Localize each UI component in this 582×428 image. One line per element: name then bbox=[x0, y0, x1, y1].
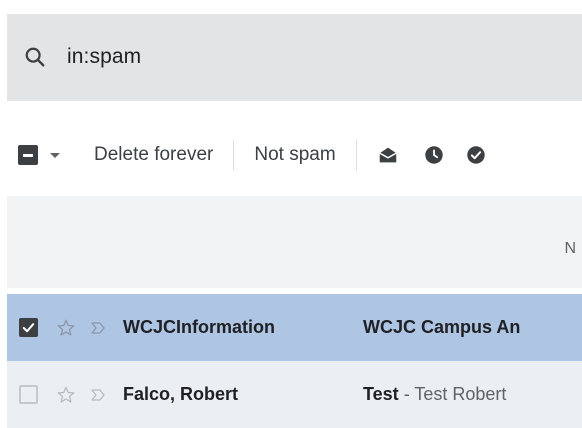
important-marker-icon[interactable] bbox=[89, 319, 107, 337]
toolbar: Delete forever Not spam bbox=[7, 100, 582, 197]
row-checkbox[interactable] bbox=[19, 318, 38, 337]
delete-forever-button[interactable]: Delete forever bbox=[82, 135, 225, 175]
search-bar[interactable]: in:spam bbox=[7, 14, 582, 100]
subject-line: Test - Test Robert bbox=[363, 384, 582, 405]
sender-name: WCJCInformation bbox=[123, 317, 275, 337]
subject-text: WCJC Campus An bbox=[363, 317, 521, 337]
subject-line: WCJC Campus An bbox=[363, 317, 582, 338]
not-spam-button[interactable]: Not spam bbox=[242, 135, 347, 175]
star-icon[interactable] bbox=[55, 384, 77, 406]
row-checkbox[interactable] bbox=[19, 385, 38, 404]
top-strip bbox=[0, 0, 582, 14]
divider bbox=[355, 140, 357, 170]
search-input[interactable]: in:spam bbox=[67, 45, 141, 69]
star-icon[interactable] bbox=[55, 317, 77, 339]
email-row[interactable]: Falco, Robert Test - Test Robert bbox=[7, 361, 582, 428]
subject-text: Test bbox=[363, 384, 399, 404]
sender-name: Falco, Robert bbox=[123, 384, 239, 404]
snippet-text: - Test Robert bbox=[398, 384, 507, 404]
important-marker-icon[interactable] bbox=[89, 386, 107, 404]
mark-as-read-icon[interactable] bbox=[375, 142, 401, 168]
list-header-band: N bbox=[7, 196, 582, 288]
select-all-checkbox[interactable] bbox=[18, 145, 38, 165]
email-row[interactable]: WCJCInformation WCJC Campus An bbox=[7, 294, 582, 361]
header-partial-text: N bbox=[564, 240, 576, 257]
search-icon[interactable] bbox=[23, 45, 47, 69]
snooze-clock-icon[interactable] bbox=[421, 142, 447, 168]
divider bbox=[233, 140, 235, 170]
select-dropdown-icon[interactable] bbox=[50, 152, 60, 158]
add-to-tasks-icon[interactable] bbox=[463, 142, 489, 168]
